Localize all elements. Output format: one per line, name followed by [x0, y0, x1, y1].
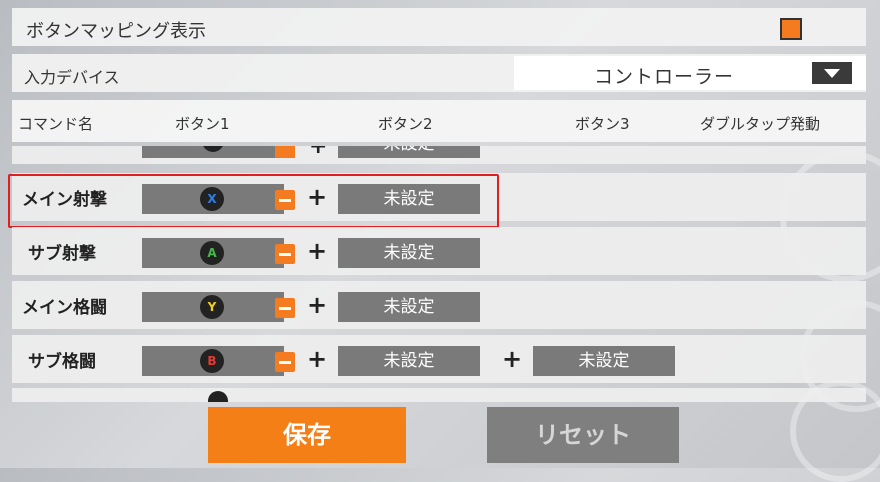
remove-icon[interactable] — [275, 244, 295, 264]
page-title: ボタンマッピング表示 — [26, 21, 206, 42]
button-mapping-header: ボタンマッピング表示 — [12, 8, 866, 46]
column-command: コマンド名 — [18, 115, 94, 133]
mapping-row-main-melee[interactable]: メイン格闘 Y + 未設定 — [12, 281, 866, 329]
button2-slot[interactable]: 未設定 — [338, 238, 480, 268]
mapping-row-sub-melee[interactable]: サブ格闘 B + 未設定 + 未設定 — [12, 335, 866, 383]
column-button3: ボタン3 — [575, 115, 630, 133]
list-item — [12, 388, 866, 402]
display-toggle-checkbox[interactable] — [780, 18, 802, 40]
save-button[interactable]: 保存 — [208, 407, 406, 463]
column-button1: ボタン1 — [175, 115, 230, 133]
command-name: サブ格闘 — [28, 352, 96, 372]
input-device-row: 入力デバイス コントローラー — [12, 54, 866, 92]
b-button-icon: B — [200, 349, 224, 373]
a-button-icon: A — [200, 241, 224, 265]
plus-icon: + — [307, 345, 328, 373]
chevron-down-icon[interactable] — [812, 62, 852, 84]
column-double-tap: ダブルタップ発動 — [700, 115, 821, 133]
remove-icon[interactable] — [275, 146, 295, 158]
button1-slot[interactable]: A — [142, 238, 284, 268]
plus-icon: + — [309, 146, 328, 159]
column-button2: ボタン2 — [378, 115, 433, 133]
remove-icon[interactable] — [275, 352, 295, 372]
button2-slot[interactable]: 未設定 — [338, 146, 480, 158]
plus-icon: + — [502, 345, 523, 373]
input-device-value: コントローラー — [594, 66, 735, 88]
button3-slot[interactable]: 未設定 — [533, 346, 675, 376]
column-header-row: コマンド名 ボタン1 ボタン2 ボタン3 ダブルタップ発動 — [12, 100, 866, 142]
button2-slot[interactable]: 未設定 — [338, 346, 480, 376]
plus-icon: + — [307, 237, 328, 265]
remove-icon[interactable] — [275, 298, 295, 318]
y-button-icon: Y — [200, 295, 224, 319]
plus-icon: + — [307, 291, 328, 319]
list-item: + 未設定 — [12, 146, 866, 164]
mapping-row-sub-shoot[interactable]: サブ射撃 A + 未設定 — [12, 227, 866, 275]
controller-button-icon — [202, 146, 224, 152]
reset-button[interactable]: リセット — [487, 407, 679, 463]
input-device-select[interactable]: コントローラー — [514, 56, 866, 90]
button1-slot[interactable]: Y — [142, 292, 284, 322]
command-name: メイン格闘 — [22, 298, 107, 318]
command-name: サブ射撃 — [28, 244, 96, 264]
button2-slot[interactable]: 未設定 — [338, 292, 480, 322]
selection-highlight — [8, 174, 499, 228]
button1-slot[interactable] — [142, 146, 284, 158]
input-device-label: 入力デバイス — [24, 68, 120, 87]
button1-slot[interactable]: B — [142, 346, 284, 376]
controller-button-icon — [208, 391, 228, 402]
